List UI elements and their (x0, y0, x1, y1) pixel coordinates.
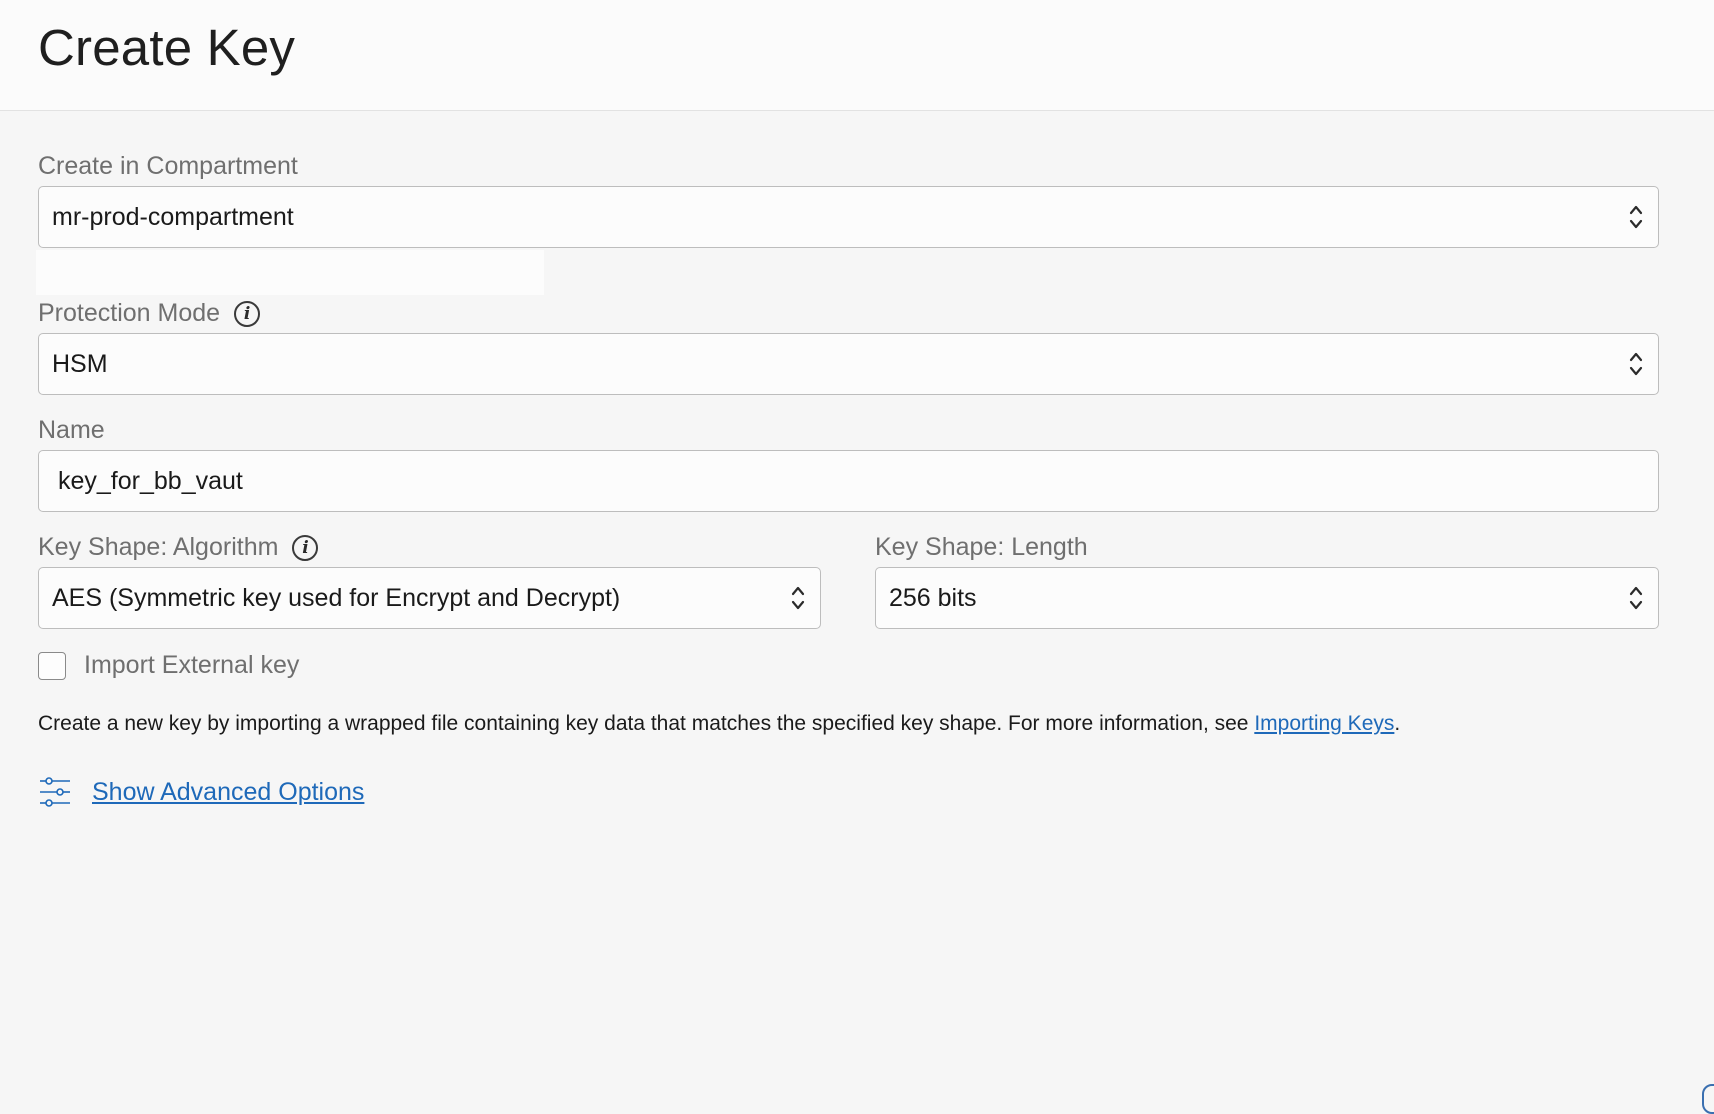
name-value: key_for_bb_vaut (58, 466, 243, 495)
algorithm-select[interactable]: AES (Symmetric key used for Encrypt and … (38, 567, 821, 629)
length-label: Key Shape: Length (875, 533, 1088, 562)
page-title: Create Key (38, 19, 296, 76)
compartment-value: mr-prod-compartment (52, 202, 294, 231)
algorithm-value: AES (Symmetric key used for Encrypt and … (52, 583, 621, 612)
help-text-body: Create a new key by importing a wrapped … (38, 712, 1255, 735)
compartment-label: Create in Compartment (38, 152, 298, 181)
sliders-icon (40, 777, 70, 807)
select-arrows-icon (1629, 586, 1643, 610)
algorithm-label-text: Key Shape: Algorithm (38, 533, 279, 561)
select-arrows-icon (791, 586, 805, 610)
name-label-text: Name (38, 416, 105, 444)
compartment-select[interactable]: mr-prod-compartment (38, 186, 1659, 248)
page-header: Create Key (0, 0, 1714, 111)
algorithm-label: Key Shape: Algorithm i (38, 533, 319, 562)
name-label: Name (38, 416, 105, 445)
info-icon[interactable]: i (234, 300, 261, 327)
import-help-text: Create a new key by importing a wrapped … (38, 712, 1400, 736)
compartment-hint-area (36, 250, 544, 295)
help-widget-button[interactable] (1702, 1084, 1714, 1114)
protection-mode-label: Protection Mode i (38, 299, 261, 328)
protection-mode-label-text: Protection Mode (38, 299, 221, 327)
import-external-label[interactable]: Import External key (84, 651, 299, 680)
name-input[interactable]: key_for_bb_vaut (38, 450, 1659, 512)
show-advanced-options-link[interactable]: Show Advanced Options (92, 778, 364, 807)
select-arrows-icon (1629, 205, 1643, 229)
length-select[interactable]: 256 bits (875, 567, 1659, 629)
length-label-text: Key Shape: Length (875, 533, 1088, 561)
importing-keys-link[interactable]: Importing Keys (1254, 712, 1394, 735)
protection-mode-value: HSM (52, 349, 108, 378)
protection-mode-select[interactable]: HSM (38, 333, 1659, 395)
length-value: 256 bits (889, 583, 977, 612)
help-text-suffix: . (1394, 712, 1401, 735)
info-icon[interactable]: i (292, 534, 319, 561)
advanced-options-toggle[interactable]: Show Advanced Options (38, 775, 364, 809)
import-external-checkbox[interactable] (38, 652, 66, 680)
select-arrows-icon (1629, 352, 1643, 376)
compartment-label-text: Create in Compartment (38, 152, 298, 180)
